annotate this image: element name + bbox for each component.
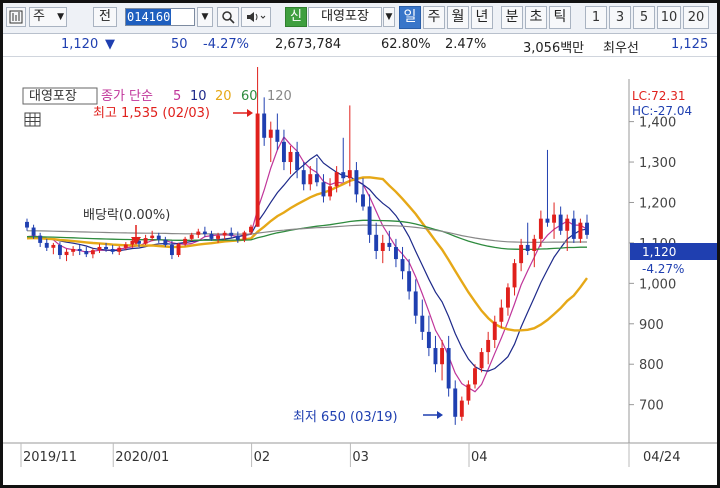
legend-ma-label: 종가 단순 bbox=[101, 89, 153, 104]
current-change-label: -4.27% bbox=[642, 262, 684, 276]
y-tick-label: 700 bbox=[639, 399, 664, 414]
chart-canvas[interactable]: 1,4001,3001,2001,1001,000900800700 2019/… bbox=[3, 57, 717, 485]
code-dropdown-button[interactable]: ▼ bbox=[197, 7, 213, 27]
chart-window: 주 ▼ 전 014160 ▼ 신 대영포장 ▼ 일 주 월 년 분 초 틱 1 … bbox=[0, 0, 720, 488]
chart-icon[interactable] bbox=[6, 7, 26, 27]
category-button[interactable]: 전 bbox=[93, 7, 117, 27]
stock-name-dropdown[interactable]: ▼ bbox=[383, 7, 395, 27]
y-tick-label: 800 bbox=[639, 358, 664, 373]
interval-5[interactable]: 5 bbox=[633, 6, 655, 29]
period-day[interactable]: 일 bbox=[399, 6, 421, 29]
speaker-icon[interactable] bbox=[241, 7, 271, 27]
interval-3[interactable]: 3 bbox=[609, 6, 631, 29]
quote-bar: 1,120 ▼ 50 -4.27% 2,673,784 62.80% 2.47%… bbox=[3, 34, 717, 57]
search-icon[interactable] bbox=[217, 7, 239, 27]
dividend-annotation: 배당락(0.00%) bbox=[83, 208, 170, 223]
high-annotation: 최고 1,535 (02/03) bbox=[93, 106, 210, 121]
current-price-label: 1,120 bbox=[642, 245, 676, 259]
volume: 2,673,784 bbox=[275, 37, 342, 52]
market-select-value: 주 bbox=[33, 9, 45, 24]
x-tick-label: 04/24 bbox=[643, 450, 680, 465]
trade-amount: 3,056백만 bbox=[523, 41, 585, 56]
price-change: 50 bbox=[171, 37, 188, 52]
legend-ma5: 5 bbox=[173, 89, 181, 104]
turnover: 2.47% bbox=[445, 37, 487, 52]
period-minute[interactable]: 분 bbox=[501, 6, 523, 29]
stock-name: 대영포장 bbox=[308, 7, 382, 27]
period-tick[interactable]: 틱 bbox=[549, 6, 571, 29]
interval-20[interactable]: 20 bbox=[683, 6, 709, 29]
x-tick-label: 2019/11 bbox=[23, 450, 77, 465]
period-second[interactable]: 초 bbox=[525, 6, 547, 29]
y-tick-label: 900 bbox=[639, 318, 664, 333]
x-tick-label: 03 bbox=[352, 450, 369, 465]
volume-ratio: 62.80% bbox=[381, 37, 431, 52]
lc-label: LC:72.31 bbox=[632, 89, 685, 103]
legend-ma10: 10 bbox=[190, 89, 207, 104]
stock-code-input[interactable]: 014160 bbox=[125, 8, 195, 26]
period-year[interactable]: 년 bbox=[471, 6, 493, 29]
x-tick-label: 04 bbox=[471, 450, 488, 465]
preferred-price: 1,125 bbox=[671, 37, 709, 52]
price-chart[interactable]: 1,4001,3001,2001,1001,000900800700 2019/… bbox=[3, 57, 717, 485]
low-annotation: 최저 650 (03/19) bbox=[293, 410, 398, 425]
chevron-down-icon: ▼ bbox=[57, 12, 64, 22]
interval-1[interactable]: 1 bbox=[585, 6, 607, 29]
toolbar: 주 ▼ 전 014160 ▼ 신 대영포장 ▼ 일 주 월 년 분 초 틱 1 … bbox=[3, 3, 717, 34]
stock-code-value: 014160 bbox=[126, 9, 172, 25]
x-tick-label: 2020/01 bbox=[115, 450, 169, 465]
legend-ma20: 20 bbox=[215, 89, 232, 104]
y-tick-label: 1,300 bbox=[639, 156, 676, 171]
current-price: 1,120 bbox=[61, 37, 99, 52]
interval-10[interactable]: 10 bbox=[657, 6, 681, 29]
change-down-icon: ▼ bbox=[105, 37, 115, 52]
x-tick-label: 02 bbox=[254, 450, 271, 465]
price-change-pct: -4.27% bbox=[203, 37, 249, 52]
hc-label: HC:-27.04 bbox=[632, 104, 692, 118]
y-tick-label: 1,200 bbox=[639, 196, 676, 211]
period-week[interactable]: 주 bbox=[423, 6, 445, 29]
legend-ma60: 60 bbox=[241, 89, 258, 104]
market-select[interactable]: 주 ▼ bbox=[29, 7, 67, 27]
legend-ma120: 120 bbox=[267, 89, 292, 104]
legend-stock: 대영포장 bbox=[29, 89, 77, 104]
candle bbox=[176, 242, 181, 258]
preferred-label: 최우선 bbox=[603, 41, 639, 56]
new-badge: 신 bbox=[285, 7, 307, 27]
y-tick-label: 1,000 bbox=[639, 277, 676, 292]
grid-settings-icon[interactable] bbox=[24, 112, 41, 127]
period-month[interactable]: 월 bbox=[447, 6, 469, 29]
